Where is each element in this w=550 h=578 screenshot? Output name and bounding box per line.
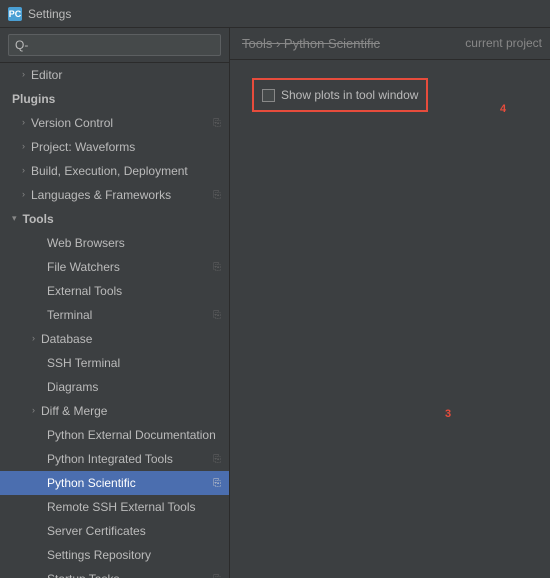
- sidebar-item-label-file-watchers: File Watchers: [32, 258, 120, 276]
- item-text-ssh-terminal: SSH Terminal: [47, 354, 120, 372]
- sidebar-item-editor[interactable]: › Editor: [0, 63, 229, 87]
- item-text-languages-frameworks: Languages & Frameworks: [31, 186, 171, 204]
- sidebar-item-plugins[interactable]: Plugins: [0, 87, 229, 111]
- chevron-icon: ›: [22, 140, 25, 154]
- app-icon: PC: [8, 7, 22, 21]
- item-text-diff-merge: Diff & Merge: [41, 402, 107, 420]
- item-text-settings-repository: Settings Repository: [47, 546, 151, 564]
- main-container: › Editor Plugins › Version Control ⎘ › Project:…: [0, 28, 550, 578]
- sidebar-item-ssh-terminal[interactable]: SSH Terminal: [0, 351, 229, 375]
- search-box: [0, 28, 229, 63]
- sidebar-item-label-diff-merge: › Diff & Merge: [32, 402, 107, 420]
- item-text-editor: Editor: [31, 66, 62, 84]
- item-text-python-scientific: Python Scientific: [47, 474, 136, 492]
- item-text-tools: Tools: [23, 210, 54, 228]
- sidebar-item-terminal[interactable]: Terminal ⎘: [0, 303, 229, 327]
- item-text-version-control: Version Control: [31, 114, 113, 132]
- sidebar-item-label-version-control: › Version Control: [22, 114, 113, 132]
- copy-icon: ⎘: [213, 308, 221, 323]
- item-text-remote-ssh-external: Remote SSH External Tools: [47, 498, 196, 516]
- copy-icon: ⎘: [213, 260, 221, 275]
- sidebar-item-file-watchers[interactable]: File Watchers ⎘: [0, 255, 229, 279]
- copy-icon: ⎘: [213, 452, 221, 467]
- sidebar-item-startup-tasks[interactable]: Startup Tasks ⎘: [0, 567, 229, 578]
- sidebar-item-python-scientific[interactable]: Python Scientific ⎘: [0, 471, 229, 495]
- sidebar-item-database[interactable]: › Database: [0, 327, 229, 351]
- sidebar-item-web-browsers[interactable]: Web Browsers: [0, 231, 229, 255]
- sidebar-item-label-diagrams: Diagrams: [32, 378, 98, 396]
- copy-icon: ⎘: [213, 476, 221, 491]
- sidebar-item-version-control[interactable]: › Version Control ⎘: [0, 111, 229, 135]
- sidebar-item-label-tools: ▾ Tools: [12, 210, 54, 228]
- sidebar-item-diff-merge[interactable]: › Diff & Merge: [0, 399, 229, 423]
- sidebar-item-label-languages-frameworks: › Languages & Frameworks: [22, 186, 171, 204]
- sidebar-item-label-ssh-terminal: SSH Terminal: [32, 354, 120, 372]
- search-input[interactable]: [8, 34, 221, 56]
- sidebar-item-label-server-certificates: Server Certificates: [32, 522, 146, 540]
- chevron-icon: ›: [32, 332, 35, 346]
- sidebar-item-project-waveforms[interactable]: › Project: Waveforms: [0, 135, 229, 159]
- sidebar-item-label-external-tools: External Tools: [32, 282, 122, 300]
- item-text-python-integrated-tools: Python Integrated Tools: [47, 450, 173, 468]
- highlight-box: Show plots in tool window: [252, 78, 428, 112]
- item-text-plugins: Plugins: [12, 90, 55, 108]
- sidebar-item-settings-repository[interactable]: Settings Repository: [0, 543, 229, 567]
- current-project-label: current project: [465, 36, 542, 50]
- badge-3: 3: [445, 408, 451, 420]
- item-text-database: Database: [41, 330, 92, 348]
- show-plots-checkbox[interactable]: [262, 89, 275, 102]
- sidebar-item-python-external-docs[interactable]: Python External Documentation: [0, 423, 229, 447]
- sidebar-item-label-remote-ssh-external: Remote SSH External Tools: [32, 498, 196, 516]
- item-text-external-tools: External Tools: [47, 282, 122, 300]
- copy-icon: ⎘: [213, 572, 221, 578]
- item-text-startup-tasks: Startup Tasks: [47, 570, 119, 578]
- sidebar-item-label-terminal: Terminal: [32, 306, 92, 324]
- sidebar-items-container: › Editor Plugins › Version Control ⎘ › Project:…: [0, 63, 229, 578]
- sidebar-item-label-web-browsers: Web Browsers: [32, 234, 125, 252]
- sidebar-item-label-plugins: Plugins: [12, 90, 55, 108]
- sidebar-item-label-settings-repository: Settings Repository: [32, 546, 151, 564]
- sidebar-item-label-project-waveforms: › Project: Waveforms: [22, 138, 135, 156]
- sidebar: › Editor Plugins › Version Control ⎘ › Project:…: [0, 28, 230, 578]
- copy-icon: ⎘: [213, 116, 221, 131]
- chevron-icon: ›: [32, 404, 35, 418]
- item-text-project-waveforms: Project: Waveforms: [31, 138, 135, 156]
- item-text-web-browsers: Web Browsers: [47, 234, 125, 252]
- sidebar-item-languages-frameworks[interactable]: › Languages & Frameworks ⎘: [0, 183, 229, 207]
- chevron-icon: ›: [22, 164, 25, 178]
- sidebar-item-label-python-external-docs: Python External Documentation: [32, 426, 216, 444]
- item-text-diagrams: Diagrams: [47, 378, 98, 396]
- sidebar-item-label-build-execution: › Build, Execution, Deployment: [22, 162, 188, 180]
- content-header-text: Tools › Python Scientific: [242, 36, 380, 51]
- show-plots-label: Show plots in tool window: [281, 88, 418, 102]
- chevron-icon: ›: [22, 68, 25, 82]
- sidebar-item-label-python-integrated-tools: Python Integrated Tools: [32, 450, 173, 468]
- sidebar-item-python-integrated-tools[interactable]: Python Integrated Tools ⎘: [0, 447, 229, 471]
- sidebar-item-tools[interactable]: ▾ Tools: [0, 207, 229, 231]
- sidebar-item-label-database: › Database: [32, 330, 92, 348]
- item-text-build-execution: Build, Execution, Deployment: [31, 162, 188, 180]
- badge-4: 4: [500, 103, 506, 115]
- sidebar-item-diagrams[interactable]: Diagrams: [0, 375, 229, 399]
- sidebar-item-label-startup-tasks: Startup Tasks: [32, 570, 119, 578]
- sidebar-item-remote-ssh-external[interactable]: Remote SSH External Tools: [0, 495, 229, 519]
- sidebar-item-external-tools[interactable]: External Tools: [0, 279, 229, 303]
- sidebar-item-server-certificates[interactable]: Server Certificates: [0, 519, 229, 543]
- copy-icon: ⎘: [213, 188, 221, 203]
- checkbox-row: Show plots in tool window: [262, 88, 418, 102]
- title-bar: PC Settings: [0, 0, 550, 28]
- item-text-terminal: Terminal: [47, 306, 92, 324]
- sidebar-item-label-editor: › Editor: [22, 66, 62, 84]
- chevron-icon: ▾: [12, 212, 17, 226]
- chevron-icon: ›: [22, 188, 25, 202]
- item-text-file-watchers: File Watchers: [47, 258, 120, 276]
- chevron-icon: ›: [22, 116, 25, 130]
- item-text-server-certificates: Server Certificates: [47, 522, 146, 540]
- sidebar-item-build-execution[interactable]: › Build, Execution, Deployment: [0, 159, 229, 183]
- content-area: Tools › Python Scientific current projec…: [230, 28, 550, 578]
- sidebar-item-label-python-scientific: Python Scientific: [32, 474, 136, 492]
- item-text-python-external-docs: Python External Documentation: [47, 426, 216, 444]
- title-bar-text: Settings: [28, 7, 71, 21]
